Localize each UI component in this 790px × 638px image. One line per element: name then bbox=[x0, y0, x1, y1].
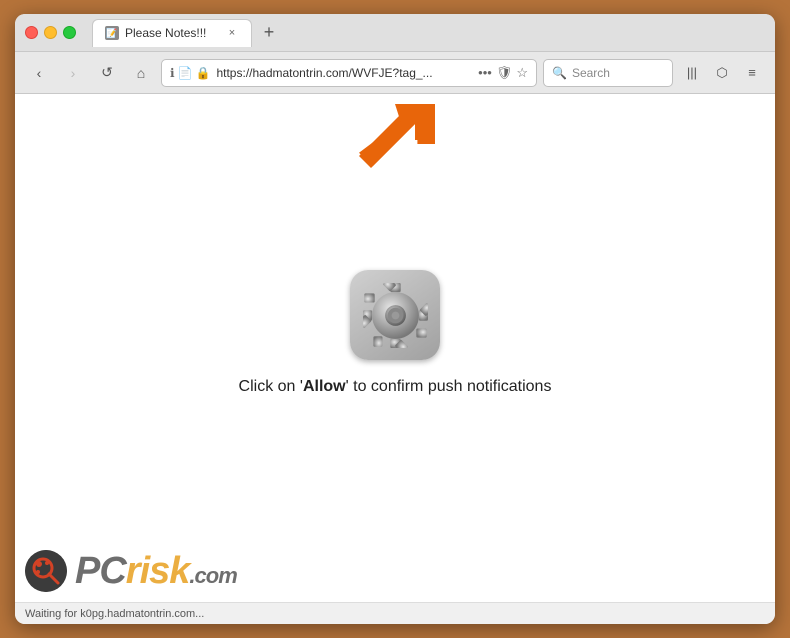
forward-button[interactable]: › bbox=[59, 59, 87, 87]
url-text: https://hadmatontrin.com/WVFJE?tag_... bbox=[216, 66, 472, 80]
search-box[interactable]: 🔍 Search bbox=[543, 59, 673, 87]
bookmarks-button[interactable]: ||| bbox=[679, 60, 705, 86]
tab-close-button[interactable]: × bbox=[225, 26, 239, 40]
bookmark-icon[interactable]: ☆ bbox=[516, 65, 528, 81]
tab-favicon: 📝 bbox=[105, 26, 119, 40]
search-icon: 🔍 bbox=[552, 66, 567, 80]
pcrisk-logo bbox=[25, 550, 67, 592]
address-security-icons: ℹ 📄 🔒 bbox=[170, 66, 210, 80]
center-content: Click on 'Allow' to confirm push notific… bbox=[239, 270, 552, 396]
search-placeholder: Search bbox=[572, 66, 610, 80]
page-content: Click on 'Allow' to confirm push notific… bbox=[15, 94, 775, 602]
pcrisk-watermark: PCrisk.com bbox=[25, 550, 237, 592]
settings-icon bbox=[350, 270, 440, 360]
status-bar: Waiting for k0pg.hadmatontrin.com... bbox=[15, 602, 775, 624]
address-bar[interactable]: ℹ 📄 🔒 https://hadmatontrin.com/WVFJE?tag… bbox=[161, 59, 537, 87]
reader-icon: 📄 bbox=[178, 66, 193, 80]
tab-area: 📝 Please Notes!!! × + bbox=[92, 19, 765, 47]
more-button[interactable]: ••• bbox=[478, 65, 492, 80]
browser-window: 📝 Please Notes!!! × + ‹ › ↺ ⌂ ℹ 📄 🔒 http… bbox=[15, 14, 775, 624]
maximize-button[interactable] bbox=[63, 26, 76, 39]
nav-bar: ‹ › ↺ ⌂ ℹ 📄 🔒 https://hadmatontrin.com/W… bbox=[15, 52, 775, 94]
info-icon: ℹ bbox=[170, 66, 175, 80]
minimize-button[interactable] bbox=[44, 26, 57, 39]
back-button[interactable]: ‹ bbox=[25, 59, 53, 87]
new-tab-button[interactable]: + bbox=[256, 20, 282, 46]
title-bar: 📝 Please Notes!!! × + bbox=[15, 14, 775, 52]
close-button[interactable] bbox=[25, 26, 38, 39]
traffic-lights bbox=[25, 26, 76, 39]
status-text: Waiting for k0pg.hadmatontrin.com... bbox=[25, 608, 204, 620]
tab-label: Please Notes!!! bbox=[125, 26, 206, 40]
notification-text: Click on 'Allow' to confirm push notific… bbox=[239, 378, 552, 396]
home-button[interactable]: ⌂ bbox=[127, 59, 155, 87]
pcrisk-text-label: PCrisk.com bbox=[75, 552, 237, 590]
sync-button[interactable]: ⬡ bbox=[709, 60, 735, 86]
pocket-icon[interactable]: 🛡 bbox=[496, 65, 513, 81]
toolbar-right: ||| ⬡ ≡ bbox=[679, 60, 765, 86]
menu-button[interactable]: ≡ bbox=[739, 60, 765, 86]
active-tab[interactable]: 📝 Please Notes!!! × bbox=[92, 19, 252, 47]
reload-button[interactable]: ↺ bbox=[93, 59, 121, 87]
address-actions: ••• 🛡 ☆ bbox=[478, 65, 528, 81]
lock-icon: 🔒 bbox=[196, 66, 211, 80]
orange-arrow bbox=[355, 104, 435, 184]
